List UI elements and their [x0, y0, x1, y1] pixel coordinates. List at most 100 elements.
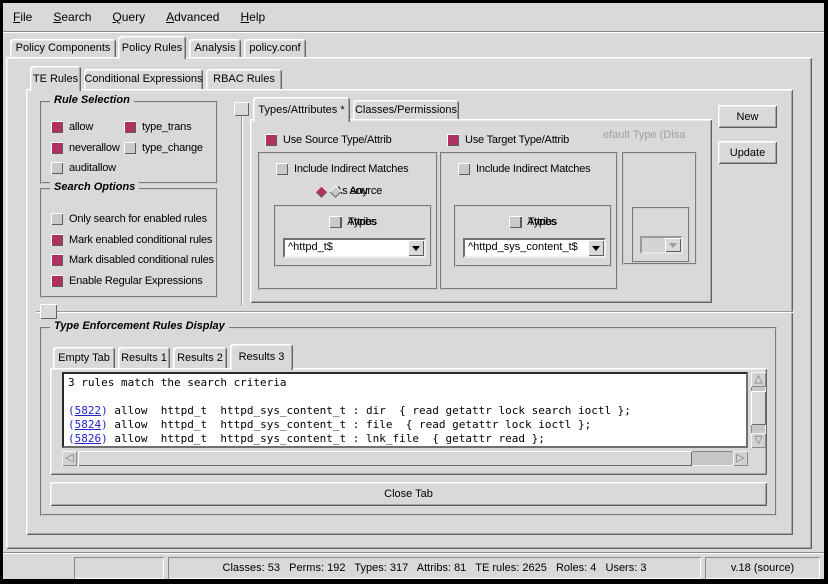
source-types-attribs-frame: Types Attribs ^httpd_t$ — [274, 205, 432, 267]
checkbox-label: Only search for enabled rules — [69, 213, 207, 225]
dropdown-arrow-icon[interactable] — [588, 240, 604, 256]
checkbox-label: Use Target Type/Attrib — [465, 134, 569, 146]
tab-policy-rules[interactable]: Policy Rules — [118, 36, 186, 59]
checkbox-label: Mark enabled conditional rules — [69, 234, 212, 246]
checkbox-label: allow — [69, 121, 93, 133]
checkbox-indicator — [124, 121, 136, 133]
menu-help[interactable]: Help — [240, 10, 265, 24]
checkbox-target-indirect[interactable]: Include Indirect Matches — [458, 162, 590, 176]
checkbox-type-trans[interactable]: type_trans — [124, 120, 191, 134]
checkbox-use-source-type[interactable]: Use Source Type/Attrib — [265, 133, 392, 147]
radio-indicator — [315, 185, 328, 198]
menu-file[interactable]: File — [13, 10, 32, 24]
rule-line: (5824) allow httpd_t httpd_sys_content_t… — [68, 418, 742, 432]
checkbox-label: neverallow — [69, 142, 120, 154]
menubar-divider — [3, 31, 824, 32]
menu-query[interactable]: Query — [112, 10, 145, 24]
status-version: v.18 (source) — [705, 557, 820, 579]
tab-types-attributes[interactable]: Types/Attributes * — [253, 97, 350, 122]
tab-policy-components[interactable]: Policy Components — [10, 39, 116, 57]
checkbox-indicator — [51, 254, 63, 266]
checkbox-indicator — [276, 163, 288, 175]
scroll-right-icon[interactable]: ▷ — [733, 451, 748, 466]
checkbox-label: Attribs — [527, 216, 557, 228]
radio-indicator — [329, 185, 342, 198]
search-options-title: Search Options — [50, 181, 139, 193]
new-button[interactable]: New — [718, 105, 777, 128]
checkbox-enable-regex[interactable]: Enable Regular Expressions — [51, 274, 203, 288]
rule-link-5822[interactable]: (5822) — [68, 404, 108, 417]
vertical-scroll-thumb[interactable] — [751, 391, 766, 425]
tab-te-rules[interactable]: TE Rules — [30, 66, 81, 91]
tab-empty-tab[interactable]: Empty Tab — [53, 347, 115, 368]
horizontal-sash — [36, 311, 793, 312]
checkbox-label: Use Source Type/Attrib — [283, 134, 392, 146]
status-empty-box — [74, 557, 164, 579]
results-text-area: 3 rules match the search criteria (5822)… — [62, 372, 748, 448]
default-type-frame — [622, 152, 697, 265]
checkbox-indicator — [458, 163, 470, 175]
target-types-attribs-frame: Types Attribs ^httpd_sys_content_t$ — [454, 205, 612, 267]
close-tab-button[interactable]: Close Tab — [50, 482, 767, 506]
tab-conditional-expressions[interactable]: Conditional Expressions — [84, 69, 203, 89]
checkbox-neverallow[interactable]: neverallow — [51, 141, 120, 155]
menu-search[interactable]: Search — [53, 10, 91, 24]
rule-line: (5826) allow httpd_t httpd_sys_content_t… — [68, 432, 742, 446]
radio-any[interactable]: Any — [328, 184, 367, 198]
checkbox-label: Mark disabled conditional rules — [69, 254, 214, 266]
dropdown-arrow-icon[interactable] — [408, 240, 424, 256]
source-type-combobox[interactable]: ^httpd_t$ — [283, 238, 426, 258]
rule-link-5826[interactable]: (5826) — [68, 432, 108, 445]
checkbox-indicator — [509, 216, 521, 228]
checkbox-indicator — [124, 142, 136, 154]
rule-text: allow httpd_t httpd_sys_content_t : file… — [108, 418, 591, 431]
tab-classes-permissions[interactable]: Classes/Permissions — [353, 100, 459, 119]
tab-results-3[interactable]: Results 3 — [230, 344, 293, 370]
update-button[interactable]: Update — [718, 141, 777, 164]
checkbox-source-attribs[interactable]: Attribs — [329, 215, 377, 229]
checkbox-auditallow[interactable]: auditallow — [51, 161, 116, 175]
checkbox-label: Enable Regular Expressions — [69, 275, 203, 287]
te-rules-display-title: Type Enforcement Rules Display — [50, 320, 229, 332]
rule-selection-title: Rule Selection — [50, 94, 134, 106]
horizontal-sash-handle[interactable] — [40, 304, 57, 319]
checkbox-use-target-type[interactable]: Use Target Type/Attrib — [447, 133, 569, 147]
target-frame: Include Indirect Matches Types Attribs ^… — [440, 152, 618, 290]
checkbox-only-enabled-rules[interactable]: Only search for enabled rules — [51, 212, 207, 226]
results-horizontal-scrollbar[interactable]: ◁ ▷ — [62, 451, 748, 466]
checkbox-label: auditallow — [69, 162, 116, 174]
scroll-down-icon[interactable]: ▽ — [751, 433, 766, 448]
default-type-inner-frame — [632, 207, 690, 263]
horizontal-scroll-thumb[interactable] — [78, 451, 692, 466]
tab-results-1[interactable]: Results 1 — [118, 347, 170, 368]
rule-selection-frame: Rule Selection allow type_trans neverall… — [40, 101, 218, 184]
scroll-left-icon[interactable]: ◁ — [62, 451, 77, 466]
checkbox-allow[interactable]: allow — [51, 120, 93, 134]
tab-policy-conf[interactable]: policy.conf — [244, 39, 306, 57]
checkbox-indicator — [51, 234, 63, 246]
tab-rbac-rules[interactable]: RBAC Rules — [206, 69, 282, 89]
checkbox-type-change[interactable]: type_change — [124, 141, 203, 155]
default-type-label: efault Type (Disa — [603, 129, 697, 141]
checkbox-mark-enabled-conditional[interactable]: Mark enabled conditional rules — [51, 233, 212, 247]
menu-advanced[interactable]: Advanced — [166, 10, 219, 24]
rule-link-5824[interactable]: (5824) — [68, 418, 108, 431]
checkbox-label: Attribs — [347, 216, 377, 228]
rule-text: allow httpd_t httpd_sys_content_t : dir … — [108, 404, 631, 417]
vertical-sash-handle[interactable] — [234, 102, 249, 116]
results-summary: 3 rules match the search criteria — [68, 376, 742, 390]
search-options-frame: Search Options Only search for enabled r… — [40, 188, 218, 298]
target-type-combobox[interactable]: ^httpd_sys_content_t$ — [463, 238, 606, 258]
tab-analysis[interactable]: Analysis — [189, 39, 241, 57]
dropdown-arrow-icon — [665, 238, 681, 252]
checkbox-indicator — [51, 213, 63, 225]
scroll-up-icon[interactable]: △ — [751, 372, 766, 387]
tab-results-2[interactable]: Results 2 — [173, 347, 227, 368]
checkbox-label: type_trans — [142, 121, 191, 133]
checkbox-source-indirect[interactable]: Include Indirect Matches — [276, 162, 408, 176]
checkbox-target-attribs[interactable]: Attribs — [509, 215, 557, 229]
combobox-value: ^httpd_sys_content_t$ — [465, 240, 588, 256]
results-vertical-scrollbar[interactable]: △ ▽ — [751, 372, 766, 448]
checkbox-mark-disabled-conditional[interactable]: Mark disabled conditional rules — [51, 253, 214, 267]
checkbox-indicator — [51, 162, 63, 174]
